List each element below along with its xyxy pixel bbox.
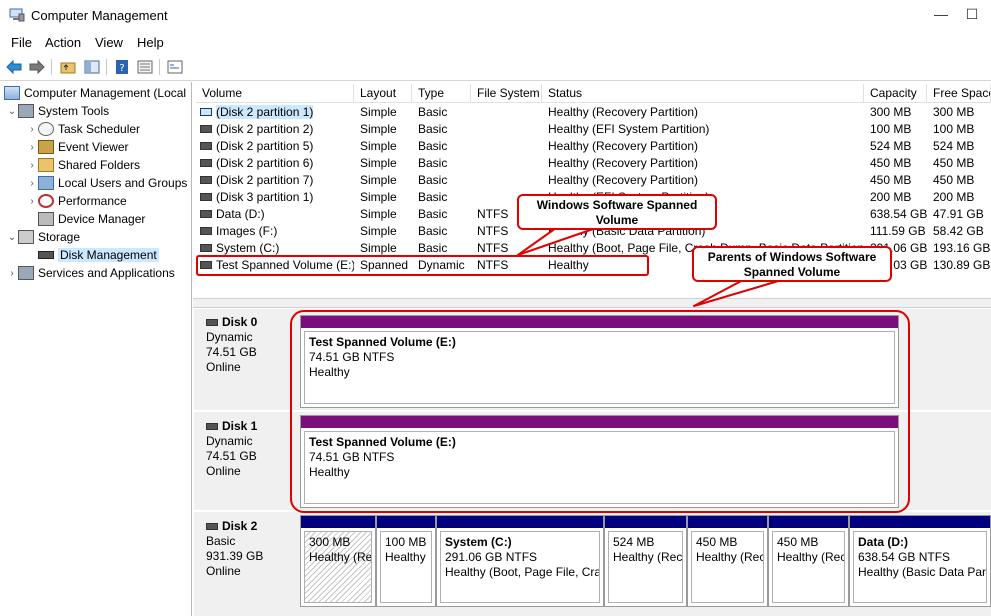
annotation-pointers <box>517 227 786 307</box>
callout-parents: Parents of Windows Software Spanned Volu… <box>692 246 892 282</box>
callout-spanned-volume: Windows Software Spanned Volume <box>517 194 717 230</box>
callout-text: Windows Software Spanned Volume <box>536 198 698 227</box>
callout-text: Parents of Windows Software Spanned Volu… <box>707 250 877 279</box>
